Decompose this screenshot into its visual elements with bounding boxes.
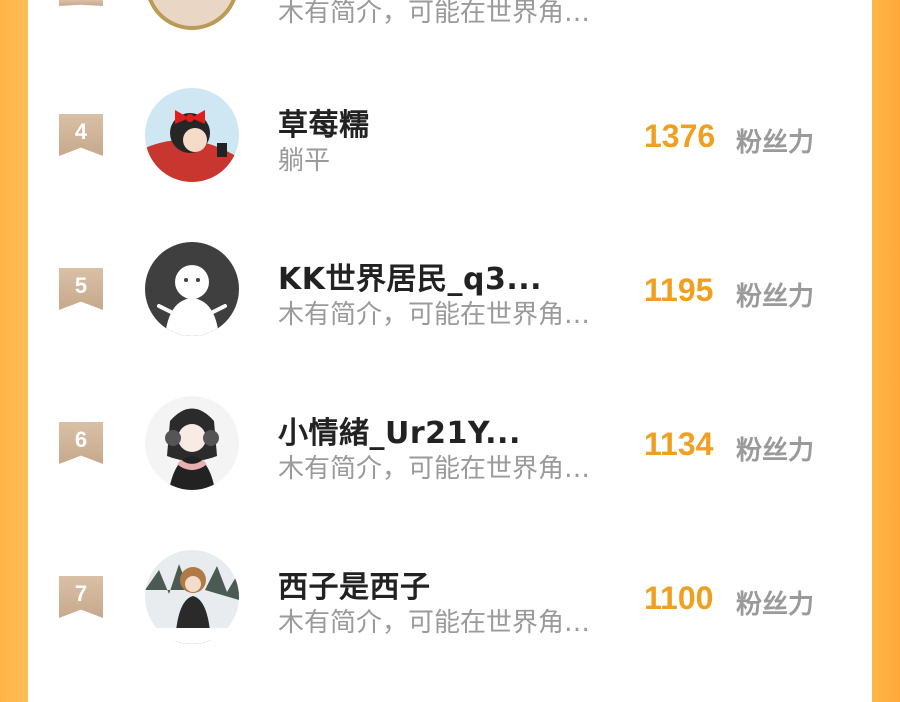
user-bio: 木有简介，可能在世界角… xyxy=(278,608,591,638)
user-avatar[interactable] xyxy=(145,242,239,336)
fan-power-label: 粉丝力 xyxy=(736,128,815,158)
fan-power-score: 1134 xyxy=(644,426,714,462)
default-avatar-icon xyxy=(145,242,239,336)
fan-power-score: 1376 xyxy=(644,118,716,154)
fan-power-label: 粉丝力 xyxy=(736,590,815,620)
list-item[interactable]: 6 小情緒_Ur21Y... 木有简介，可能在世界角… 1134 粉丝力 xyxy=(28,392,872,546)
user-bio: 木有简介，可能在世界角… xyxy=(278,454,591,484)
list-item[interactable]: 4 草莓糯 躺平 1376 粉丝力 xyxy=(28,84,872,238)
user-avatar[interactable] xyxy=(145,396,239,490)
user-bio: 木有简介，可能在世界角… xyxy=(278,300,591,330)
user-bio: 躺平 xyxy=(278,146,331,176)
rank-badge: 5 xyxy=(59,268,103,310)
rank-badge xyxy=(59,0,103,6)
list-item[interactable]: 5 KK世界居民_q3... 木有简介，可能在世界角… 1195 粉丝力 xyxy=(28,238,872,392)
user-name[interactable]: 小情緒_Ur21Y... xyxy=(278,408,521,452)
list-item[interactable]: 7 西子是西子 木有简介，可能在世界角… 1100 粉丝力 xyxy=(28,546,872,700)
user-name[interactable]: KK世界居民_q3... xyxy=(278,254,542,298)
user-avatar[interactable] xyxy=(145,550,239,644)
fan-power-score: 1100 xyxy=(644,580,714,616)
user-name[interactable]: 草莓糯 xyxy=(278,100,370,144)
fan-power-score: 1195 xyxy=(644,272,714,308)
rank-badge: 7 xyxy=(59,576,103,618)
user-bio: 木有简介，可能在世界角… xyxy=(278,0,591,28)
list-item[interactable]: 木有简介，可能在世界角… xyxy=(28,0,872,84)
rank-badge: 6 xyxy=(59,422,103,464)
rank-badge: 4 xyxy=(59,114,103,156)
user-avatar[interactable] xyxy=(145,88,239,182)
user-name[interactable]: 西子是西子 xyxy=(278,562,431,606)
fan-power-label: 粉丝力 xyxy=(736,436,815,466)
ranking-card: 木有简介，可能在世界角… 4 草莓糯 躺平 1376 粉丝力 5 KK世界居民_… xyxy=(28,0,872,702)
fan-power-label: 粉丝力 xyxy=(736,282,815,312)
user-avatar[interactable] xyxy=(145,0,239,30)
